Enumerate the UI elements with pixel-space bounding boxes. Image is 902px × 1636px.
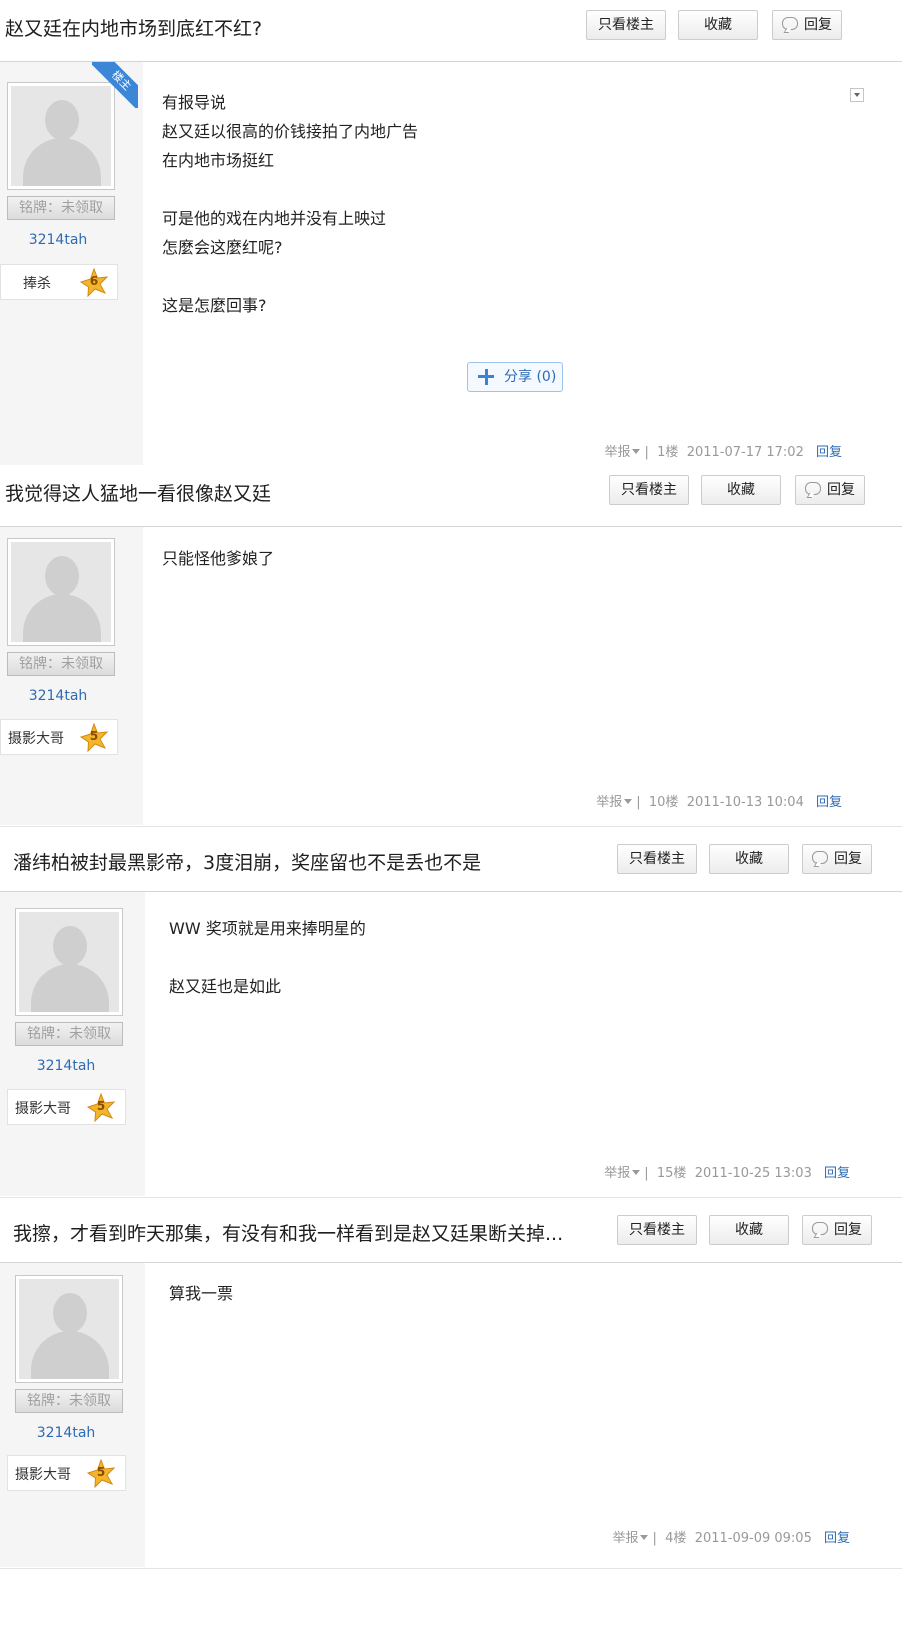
badge-name: 摄影大哥 <box>15 1467 71 1483</box>
footer-reply-link[interactable]: 回复 <box>824 1531 850 1546</box>
thread-separator <box>0 1568 902 1569</box>
badge-name: 摄影大哥 <box>15 1101 71 1117</box>
post-content: 算我一票 <box>169 1284 234 1303</box>
thread-3: 潘纬柏被封最黑影帝，3度泪崩，奖座留也不是丢也不是 只看楼主 收藏 回复 铭牌：… <box>0 828 902 1196</box>
thread-header: 我觉得这人猛地一看很像赵又廷 只看楼主 收藏 回复 <box>0 465 902 527</box>
fan-badge[interactable]: 摄影大哥 5 <box>0 719 118 755</box>
post-content: WW 奖项就是用来捧明星的 赵又廷也是如此 <box>169 919 366 996</box>
level-star-icon: 6 <box>79 268 109 298</box>
floor-number: 1楼 <box>657 445 679 460</box>
thread-title[interactable]: 我觉得这人猛地一看很像赵又廷 <box>5 479 271 506</box>
thread-title[interactable]: 赵又廷在内地市场到底红不红? <box>5 14 262 41</box>
caret-down-icon[interactable] <box>632 1170 641 1175</box>
medal-label[interactable]: 铭牌：未领取 <box>7 652 115 676</box>
thread-header: 我擦，才看到昨天那集，有没有和我一样看到是赵又廷果断关掉... 只看楼主 收藏 … <box>0 1199 902 1263</box>
footer-reply-link[interactable]: 回复 <box>816 445 842 460</box>
share-plus-icon <box>478 369 494 385</box>
post-content: 有报导说 赵又廷以很高的价钱接拍了内地广告 在内地市场挺红 可是他的戏在内地并没… <box>162 93 419 315</box>
medal-label[interactable]: 铭牌：未领取 <box>15 1022 123 1046</box>
comment-icon <box>812 851 828 864</box>
thread-title[interactable]: 潘纬柏被封最黑影帝，3度泪崩，奖座留也不是丢也不是 <box>13 848 481 875</box>
only-op-button[interactable]: 只看楼主 <box>617 844 697 874</box>
author-sidebar: 铭牌：未领取 3214tah 捧杀 6 <box>0 62 143 465</box>
report-link[interactable]: 举报 <box>596 795 622 810</box>
share-button[interactable]: 分享 (0) <box>467 362 563 392</box>
post-footer: 举报 | 1楼 2011-07-17 17:02 回复 <box>604 445 842 460</box>
author-sidebar: 铭牌：未领取 3214tah 摄影大哥 5 <box>0 527 143 825</box>
floor-number: 10楼 <box>648 795 679 810</box>
badge-name: 摄影大哥 <box>8 731 64 747</box>
reply-button[interactable]: 回复 <box>802 844 872 874</box>
post-time: 2011-07-17 17:02 <box>686 445 804 460</box>
op-corner-ribbon: 楼主 <box>92 62 138 108</box>
author-sidebar: 铭牌：未领取 3214tah 摄影大哥 5 <box>0 1263 145 1567</box>
username[interactable]: 3214tah <box>12 1425 120 1441</box>
comment-icon <box>782 17 798 30</box>
comment-icon <box>805 482 821 495</box>
favorite-button[interactable]: 收藏 <box>709 844 789 874</box>
report-link[interactable]: 举报 <box>612 1531 638 1546</box>
favorite-button[interactable]: 收藏 <box>678 10 758 40</box>
comment-icon <box>812 1222 828 1235</box>
avatar[interactable] <box>15 908 123 1016</box>
post-time: 2011-10-13 10:04 <box>686 795 804 810</box>
post-footer: 举报 | 15楼 2011-10-25 13:03 回复 <box>604 1166 850 1181</box>
only-op-button[interactable]: 只看楼主 <box>586 10 666 40</box>
username[interactable]: 3214tah <box>4 232 112 248</box>
footer-reply-link[interactable]: 回复 <box>824 1166 850 1181</box>
author-sidebar: 铭牌：未领取 3214tah 摄影大哥 5 <box>0 892 145 1196</box>
avatar[interactable] <box>15 1275 123 1383</box>
caret-down-icon[interactable] <box>624 799 633 804</box>
level-star-icon: 5 <box>79 723 109 753</box>
thread-header: 潘纬柏被封最黑影帝，3度泪崩，奖座留也不是丢也不是 只看楼主 收藏 回复 <box>0 828 902 892</box>
thread-header: 赵又廷在内地市场到底红不红? 只看楼主 收藏 回复 <box>0 0 902 62</box>
collapse-dropdown-icon[interactable] <box>850 88 864 102</box>
floor-number: 4楼 <box>665 1531 687 1546</box>
footer-reply-link[interactable]: 回复 <box>816 795 842 810</box>
op-badge: 楼主 <box>92 62 138 108</box>
level-star-icon: 5 <box>86 1459 116 1489</box>
avatar[interactable] <box>7 538 115 646</box>
medal-label[interactable]: 铭牌：未领取 <box>15 1389 123 1413</box>
reply-button[interactable]: 回复 <box>795 475 865 505</box>
post-time: 2011-09-09 09:05 <box>694 1531 812 1546</box>
favorite-button[interactable]: 收藏 <box>709 1215 789 1245</box>
username[interactable]: 3214tah <box>4 688 112 704</box>
floor-number: 15楼 <box>656 1166 687 1181</box>
only-op-button[interactable]: 只看楼主 <box>617 1215 697 1245</box>
username[interactable]: 3214tah <box>12 1058 120 1074</box>
post-content: 只能怪他爹娘了 <box>162 549 275 568</box>
medal-label[interactable]: 铭牌：未领取 <box>7 196 115 220</box>
fan-badge[interactable]: 摄影大哥 5 <box>7 1089 126 1125</box>
post-footer: 举报 | 4楼 2011-09-09 09:05 回复 <box>612 1531 850 1546</box>
thread-title[interactable]: 我擦，才看到昨天那集，有没有和我一样看到是赵又廷果断关掉... <box>13 1219 563 1246</box>
thread-separator <box>0 1197 902 1198</box>
thread-4: 我擦，才看到昨天那集，有没有和我一样看到是赵又廷果断关掉... 只看楼主 收藏 … <box>0 1199 902 1567</box>
only-op-button[interactable]: 只看楼主 <box>609 475 689 505</box>
thread-2: 我觉得这人猛地一看很像赵又廷 只看楼主 收藏 回复 铭牌：未领取 3214tah… <box>0 465 902 825</box>
caret-down-icon[interactable] <box>632 449 641 454</box>
badge-name: 捧杀 <box>23 276 51 292</box>
favorite-button[interactable]: 收藏 <box>701 475 781 505</box>
reply-button[interactable]: 回复 <box>802 1215 872 1245</box>
post-time: 2011-10-25 13:03 <box>694 1166 812 1181</box>
fan-badge[interactable]: 捧杀 6 <box>0 264 118 300</box>
thread-1: 赵又廷在内地市场到底红不红? 只看楼主 收藏 回复 铭牌：未领取 3214tah… <box>0 0 902 465</box>
report-link[interactable]: 举报 <box>604 1166 630 1181</box>
reply-button[interactable]: 回复 <box>772 10 842 40</box>
post-footer: 举报 | 10楼 2011-10-13 10:04 回复 <box>596 795 842 810</box>
level-star-icon: 5 <box>86 1093 116 1123</box>
fan-badge[interactable]: 摄影大哥 5 <box>7 1455 126 1491</box>
report-link[interactable]: 举报 <box>604 445 630 460</box>
thread-separator <box>0 826 902 827</box>
caret-down-icon[interactable] <box>640 1535 649 1540</box>
